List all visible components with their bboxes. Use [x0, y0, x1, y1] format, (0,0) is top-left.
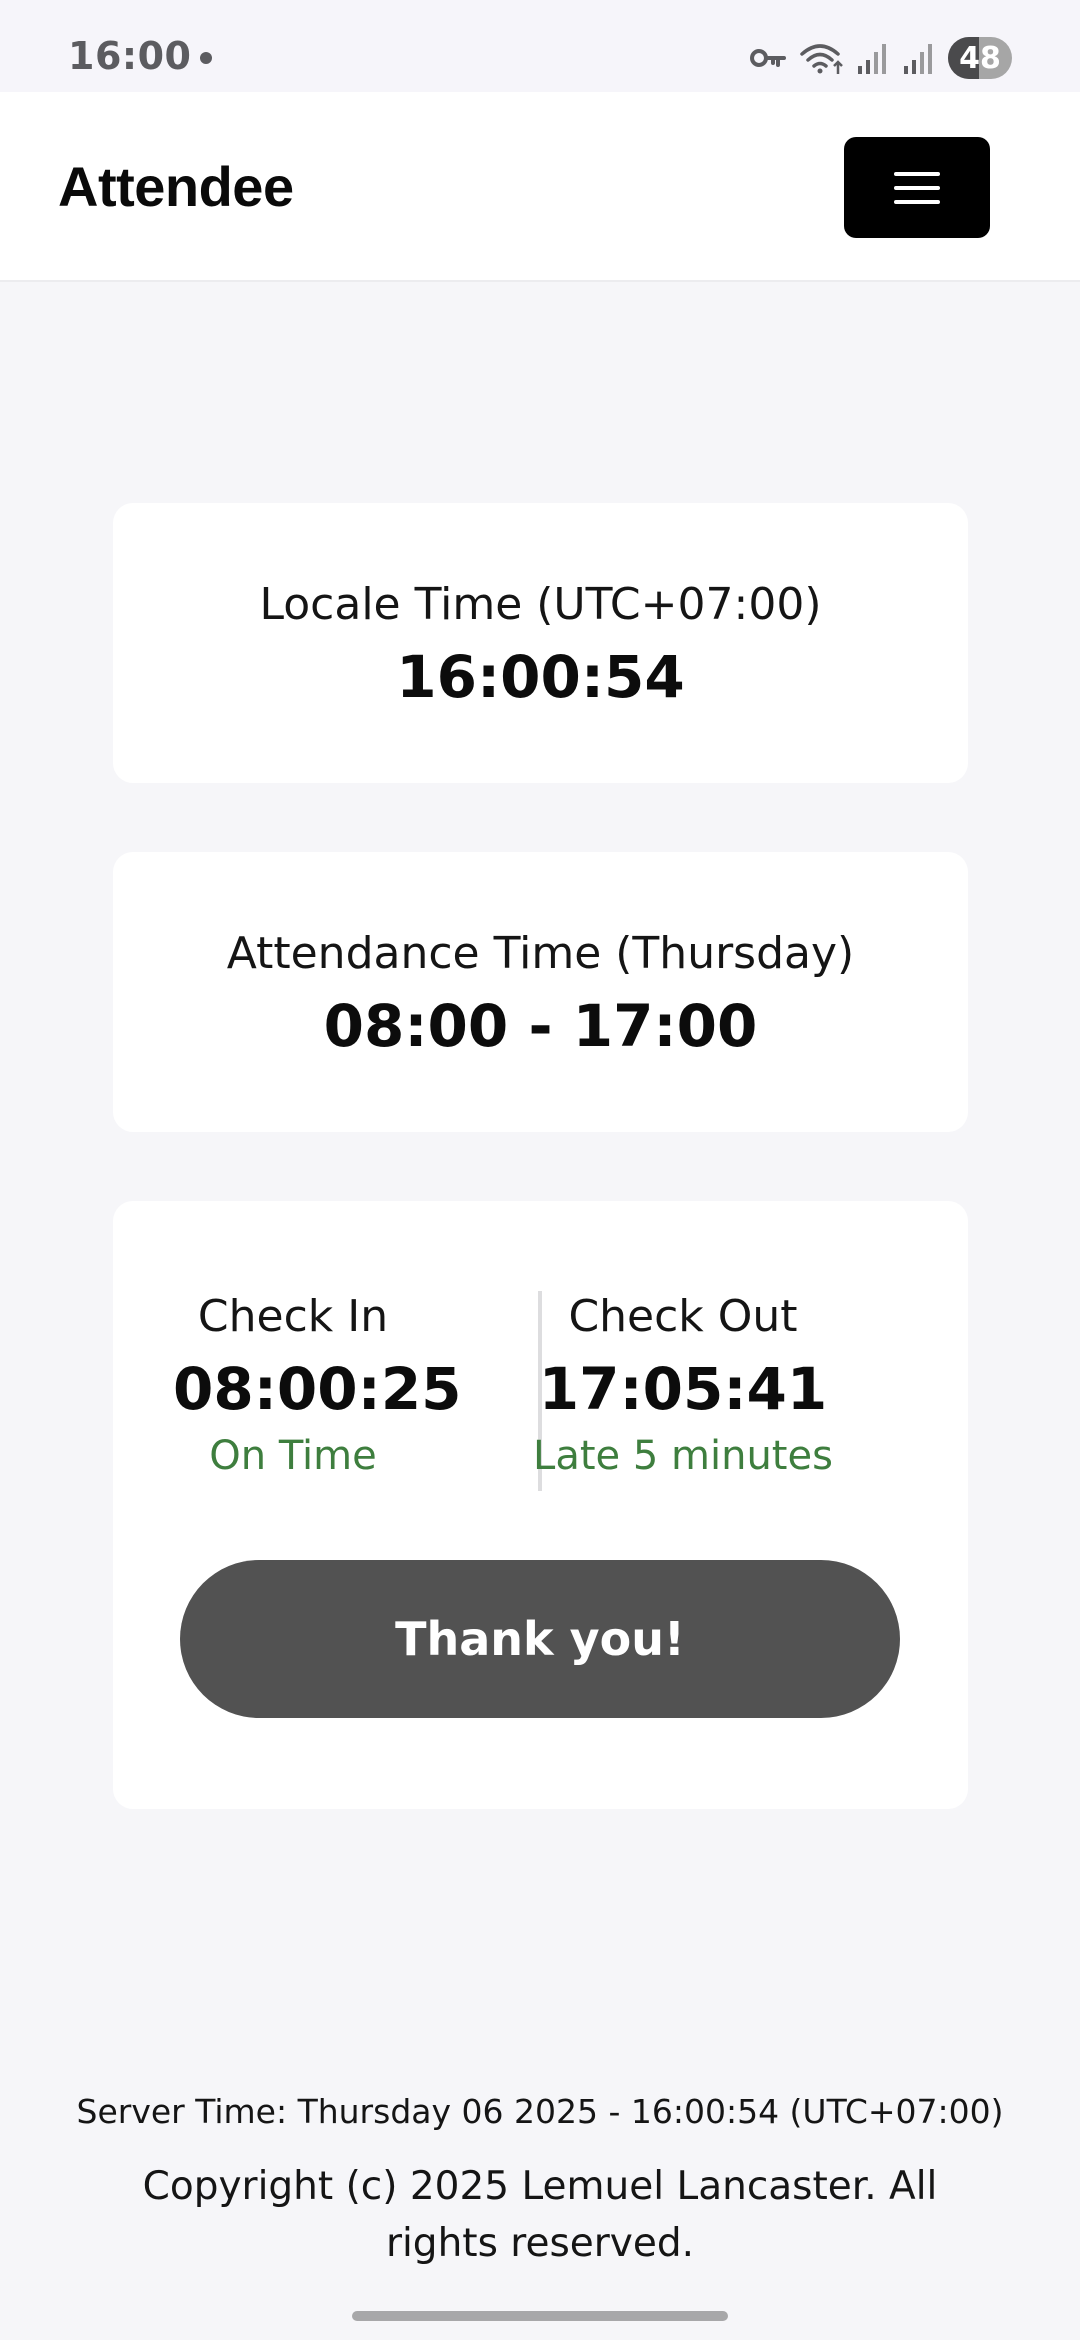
status-time: 16:00 — [68, 34, 192, 78]
check-in-section: Check In 08:00:25 On Time — [173, 1291, 462, 1483]
attendance-time-value: 08:00 - 17:00 — [323, 992, 758, 1060]
locale-time-value: 16:00:54 — [396, 643, 685, 711]
check-out-time: 17:05:41 — [538, 1355, 828, 1423]
thank-you-button[interactable]: Thank you! — [180, 1560, 900, 1718]
check-in-status: On Time — [209, 1433, 377, 1479]
copyright: Copyright (c) 2025 Lemuel Lancaster. All… — [142, 2164, 938, 2266]
attendance-time-card: Attendance Time (Thursday) 08:00 - 17:00 — [113, 852, 968, 1132]
home-indicator[interactable] — [352, 2311, 728, 2321]
server-time: Server Time: Thursday 06 2025 - 16:00:54… — [76, 2092, 1004, 2131]
signal-icon-2 — [902, 38, 938, 78]
check-out-status: Late 5 minutes — [533, 1433, 833, 1479]
battery-icon: 48 — [948, 37, 1012, 79]
notification-dot-icon — [200, 52, 212, 64]
signal-icon — [856, 38, 892, 78]
navbar: Attendee — [0, 92, 1080, 282]
check-in-time: 08:00:25 — [173, 1355, 462, 1423]
check-out-section: Check Out 17:05:41 Late 5 minutes — [533, 1291, 833, 1483]
menu-toggle-button[interactable] — [844, 137, 990, 238]
check-in-label: Check In — [197, 1291, 389, 1342]
check-out-label: Check Out — [568, 1291, 798, 1342]
locale-time-label: Locale Time (UTC+07:00) — [259, 579, 822, 630]
vpn-key-icon — [748, 38, 788, 78]
locale-time-card: Locale Time (UTC+07:00) 16:00:54 — [113, 503, 968, 783]
check-card: Check In 08:00:25 On Time Check Out 17:0… — [113, 1201, 968, 1809]
wifi-icon — [798, 38, 846, 78]
attendance-time-label: Attendance Time (Thursday) — [226, 928, 855, 979]
brand-title[interactable]: Attendee — [58, 154, 294, 219]
status-icons: 48 — [748, 36, 1012, 80]
battery-level: 48 — [959, 40, 1001, 76]
hamburger-menu-icon — [894, 171, 940, 204]
status-bar: 16:00 48 — [0, 0, 1080, 92]
